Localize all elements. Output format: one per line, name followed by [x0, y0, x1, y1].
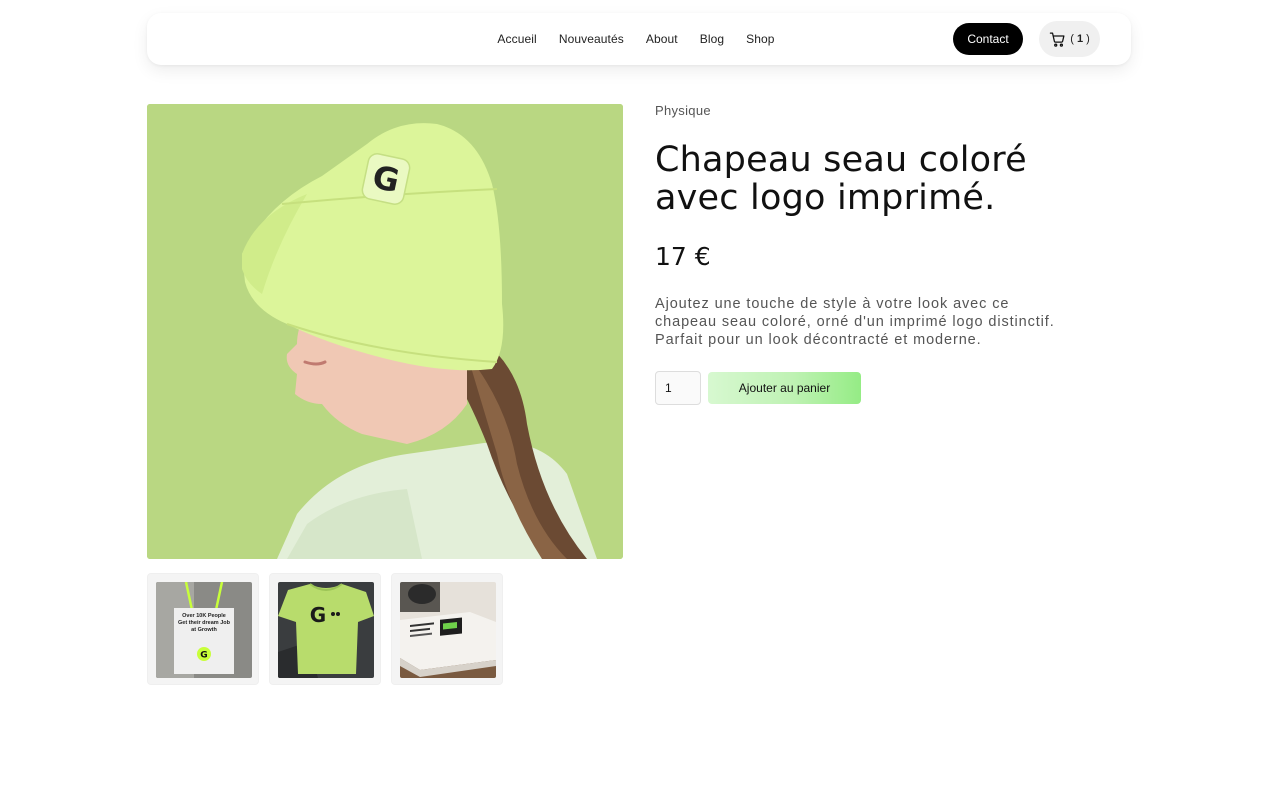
thumbnail-tote-bag[interactable]: Over 10K People Get their dream Job at G…: [147, 573, 259, 685]
cart-icon: [1049, 31, 1065, 47]
product-description: Ajoutez une touche de style à votre look…: [655, 296, 1055, 348]
svg-text:Over 10K People: Over 10K People: [182, 613, 226, 619]
thumbnail-books[interactable]: [391, 573, 503, 685]
cart-count: ( 1 ): [1070, 33, 1090, 45]
svg-text:Get their dream Job: Get their dream Job: [178, 620, 231, 626]
nav-link-about[interactable]: About: [646, 32, 678, 46]
product-price: 17 €: [655, 242, 711, 271]
thumbnail-list: Over 10K People Get their dream Job at G…: [147, 573, 503, 685]
contact-button[interactable]: Contact: [953, 23, 1023, 55]
nav-link-accueil[interactable]: Accueil: [497, 32, 536, 46]
site-header: Accueil Nouveautés About Blog Shop Conta…: [147, 13, 1131, 65]
product-category: Physique: [655, 103, 711, 118]
product-main-image[interactable]: G: [147, 104, 623, 559]
svg-text:G: G: [200, 651, 207, 661]
nav-link-nouveautes[interactable]: Nouveautés: [559, 32, 624, 46]
cart-button[interactable]: ( 1 ): [1039, 21, 1100, 57]
thumbnail-tshirt[interactable]: G: [269, 573, 381, 685]
nav-link-blog[interactable]: Blog: [700, 32, 724, 46]
svg-text:G: G: [310, 603, 326, 627]
svg-text:at Growth: at Growth: [191, 627, 217, 633]
product-title: Chapeau seau coloré avec logo imprimé.: [655, 140, 1027, 218]
add-to-cart-button[interactable]: Ajouter au panier: [708, 372, 861, 404]
quantity-input[interactable]: [655, 371, 701, 405]
nav-link-shop[interactable]: Shop: [746, 32, 774, 46]
